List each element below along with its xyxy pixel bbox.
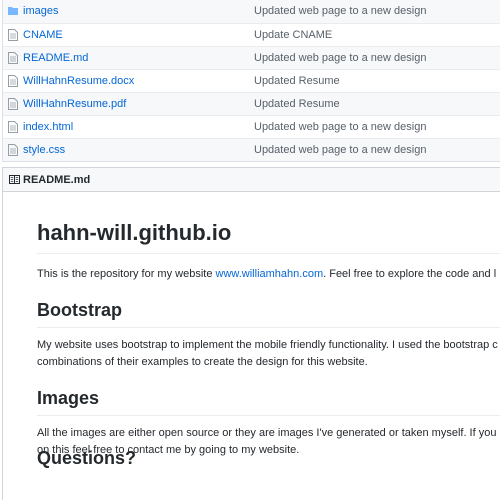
file-name-link[interactable]: CNAME bbox=[23, 29, 63, 41]
file-row[interactable]: images Updated web page to a new design bbox=[3, 0, 500, 23]
file-icon bbox=[8, 98, 18, 110]
h1-rule bbox=[37, 253, 500, 254]
file-row[interactable]: CNAME Update CNAME bbox=[3, 23, 500, 46]
commit-message-link[interactable]: Updated web page to a new design bbox=[254, 52, 426, 64]
intro-text: This is the repository for my website bbox=[37, 268, 216, 280]
intro-text-end: . Feel free to explore the code and l bbox=[323, 268, 497, 280]
readme-header: README.md bbox=[2, 167, 500, 192]
readme-body: hahn-will.github.io This is the reposito… bbox=[2, 192, 500, 500]
commit-message-link[interactable]: Updated Resume bbox=[254, 75, 340, 87]
file-name-link[interactable]: images bbox=[23, 5, 58, 17]
commit-message-link[interactable]: Update CNAME bbox=[254, 29, 332, 41]
file-name-link[interactable]: README.md bbox=[23, 52, 88, 64]
file-row[interactable]: WillHahnResume.pdf Updated Resume bbox=[3, 92, 500, 115]
file-row[interactable]: WillHahnResume.docx Updated Resume bbox=[3, 69, 500, 92]
website-link[interactable]: www.williamhahn.com bbox=[216, 268, 324, 280]
folder-icon bbox=[8, 7, 18, 15]
heading-images: Images bbox=[37, 388, 100, 408]
book-icon bbox=[9, 175, 20, 184]
bootstrap-paragraph: My website uses bootstrap to implement t… bbox=[37, 337, 498, 371]
file-list: images Updated web page to a new design … bbox=[2, 0, 500, 162]
paragraph-line: My website uses bootstrap to implement t… bbox=[37, 339, 498, 351]
readme-h1: hahn-will.github.io bbox=[37, 220, 232, 245]
heading-bootstrap: Bootstrap bbox=[37, 300, 122, 320]
file-icon bbox=[8, 121, 18, 133]
readme-title: README.md bbox=[23, 174, 91, 186]
paragraph-line: All the images are either open source or… bbox=[37, 427, 497, 439]
file-row[interactable]: index.html Updated web page to a new des… bbox=[3, 115, 500, 138]
file-row[interactable]: style.css Updated web page to a new desi… bbox=[3, 138, 500, 161]
file-icon bbox=[8, 144, 18, 156]
heading-questions: Questions? bbox=[37, 448, 137, 468]
file-name-link[interactable]: WillHahnResume.docx bbox=[23, 75, 134, 87]
commit-message-link[interactable]: Updated web page to a new design bbox=[254, 121, 426, 133]
intro-paragraph: This is the repository for my website ww… bbox=[37, 266, 496, 283]
file-name-link[interactable]: style.css bbox=[23, 144, 65, 156]
h2-rule bbox=[37, 415, 500, 416]
commit-message-link[interactable]: Updated web page to a new design bbox=[254, 144, 426, 156]
commit-message-link[interactable]: Updated Resume bbox=[254, 98, 340, 110]
h2-rule bbox=[37, 327, 500, 328]
file-row[interactable]: README.md Updated web page to a new desi… bbox=[3, 46, 500, 69]
commit-message-link[interactable]: Updated web page to a new design bbox=[254, 5, 426, 17]
file-icon bbox=[8, 75, 18, 87]
file-name-link[interactable]: WillHahnResume.pdf bbox=[23, 98, 126, 110]
paragraph-line: combinations of their examples to create… bbox=[37, 356, 368, 368]
file-icon bbox=[8, 29, 18, 41]
file-name-link[interactable]: index.html bbox=[23, 121, 73, 133]
file-icon bbox=[8, 52, 18, 64]
